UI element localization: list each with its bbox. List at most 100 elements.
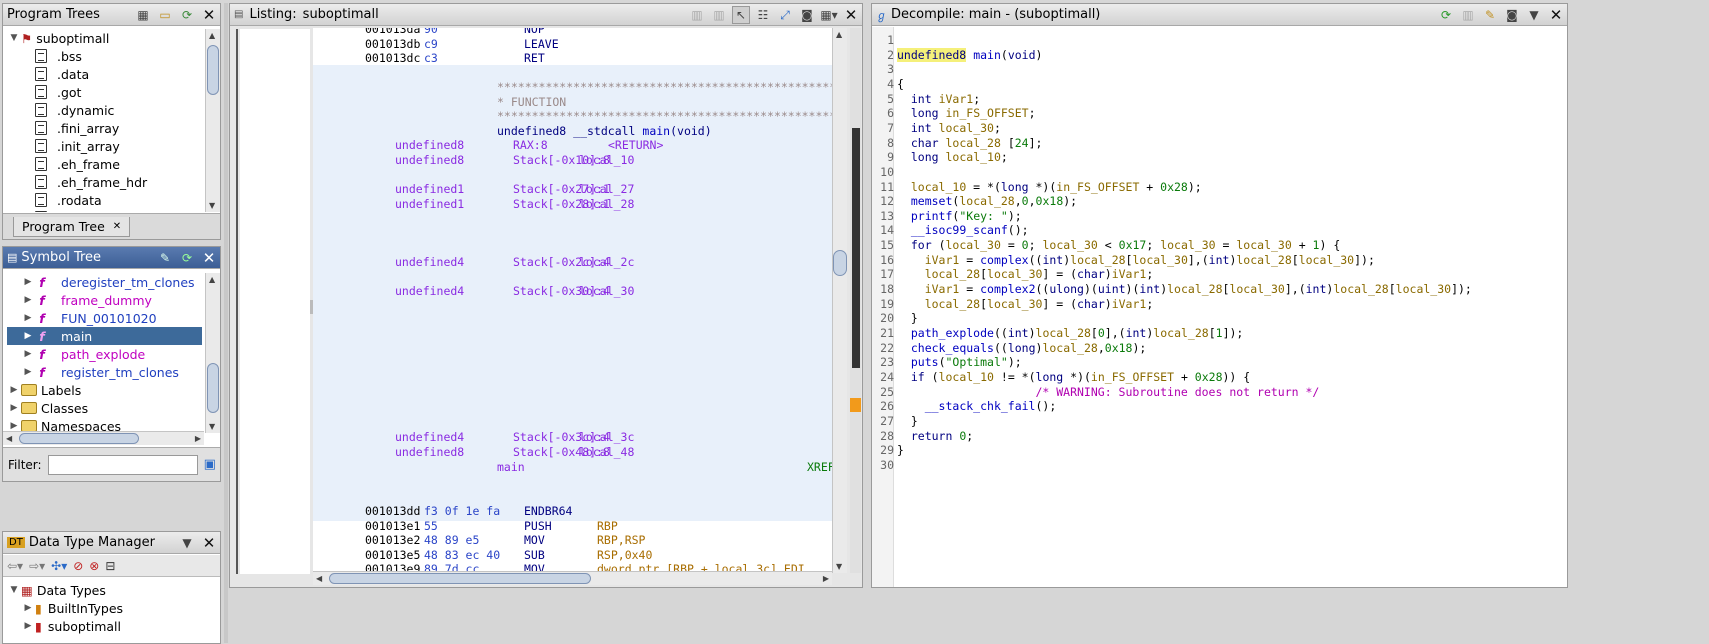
function-signature[interactable]: undefined8 __stdcall main(void) [313, 124, 832, 139]
close-icon[interactable]: ✕ [842, 6, 860, 24]
chevron-right-icon[interactable]: ▶ [21, 331, 35, 341]
data-type-archive[interactable]: ▶ ▮ suboptimall [7, 617, 202, 635]
forward-arrow-icon[interactable]: ⇨▾ [29, 559, 45, 573]
scroll-up-icon[interactable]: ▲ [209, 31, 215, 40]
chevron-right-icon[interactable]: ▶ [7, 385, 21, 395]
program-tree-item[interactable]: .rodata [7, 191, 202, 209]
filter-pointers-icon[interactable]: ⊗ [89, 559, 99, 573]
decompile-line[interactable]: 5 int iVar1; [872, 92, 1567, 107]
overview-bar[interactable] [850, 28, 861, 573]
symbol-tree-function[interactable]: ▶ f path_explode [7, 345, 202, 363]
chevron-right-icon[interactable]: ▶ [21, 621, 35, 631]
decompile-line[interactable]: 3 [872, 62, 1567, 77]
program-tree-vscroll[interactable]: ▲ ▼ [205, 29, 220, 212]
export-icon[interactable]: ✎ [1481, 6, 1499, 24]
tree-options-icon[interactable]: ✣▾ [51, 559, 67, 573]
symbol-tree-function[interactable]: ▶ f frame_dummy [7, 291, 202, 309]
listing-row[interactable]: 001013e1 55 PUSH RBP [313, 519, 832, 534]
chevron-right-icon[interactable]: ▶ [21, 277, 35, 287]
decompile-line[interactable]: 28 return 0; [872, 429, 1567, 444]
diff-icon[interactable]: ⤢ [776, 6, 794, 24]
listing-row[interactable]: undefined8 Stack[-0x48]:8 local_48 [313, 445, 832, 460]
symbol-tree-function[interactable]: ▶ f FUN_00101020 [7, 309, 202, 327]
decompile-line[interactable]: 12 memset(local_28,0,0x18); [872, 194, 1567, 209]
listing-hscroll[interactable]: ◀ ▶ [313, 571, 832, 585]
symbol-tree-hscroll[interactable]: ◀ ▶ [3, 431, 204, 445]
close-icon[interactable]: ✕ [200, 534, 218, 552]
chevron-right-icon[interactable]: ▶ [21, 313, 35, 323]
decompile-code-view[interactable]: 1 2 undefined8 main(void) 3 4{5 int iVar1; 6 … [872, 29, 1567, 584]
decompile-line[interactable]: 25 /* WARNING: Subroutine does not retur… [872, 385, 1567, 400]
scroll-up-icon[interactable]: ▲ [209, 275, 215, 284]
decompile-line[interactable]: 17 local_28[local_30] = (char)iVar1; [872, 267, 1567, 282]
close-icon[interactable]: ✕ [200, 249, 218, 267]
symbol-tree-vscroll[interactable]: ▲ ▼ [205, 273, 220, 433]
close-icon[interactable]: ✕ [200, 6, 218, 24]
decompile-line[interactable]: 6 long in_FS_OFFSET; [872, 106, 1567, 121]
open-folder-icon[interactable]: ▭ [156, 6, 174, 24]
decompile-line[interactable]: 4{ [872, 77, 1567, 92]
symbol-tree-function[interactable]: ▶ f deregister_tm_clones [7, 273, 202, 291]
listing-row[interactable]: 001013da 90 NOP [313, 28, 832, 37]
chevron-right-icon[interactable]: ▶ [21, 295, 35, 305]
decompile-line[interactable]: 8 char local_28 [24]; [872, 136, 1567, 151]
listing-row[interactable]: main XREF [313, 460, 832, 475]
scroll-down-icon[interactable]: ▼ [209, 201, 215, 210]
listing-scroll-thumb[interactable] [833, 250, 847, 276]
paste-icon[interactable]: ▥ [710, 6, 728, 24]
program-tree-item[interactable]: .eh_frame_hdr [7, 173, 202, 191]
tab-program-tree[interactable]: Program Tree ✕ [13, 217, 131, 237]
chevron-down-icon[interactable]: ▼ [1525, 6, 1543, 24]
data-type-archive[interactable]: ▶ ▮ BuiltInTypes [7, 599, 202, 617]
decompile-line[interactable]: 16 iVar1 = complex((int)local_28[local_3… [872, 253, 1567, 268]
close-icon[interactable]: ✕ [1547, 6, 1565, 24]
decompile-line[interactable]: 21 path_explode((int)local_28[0],(int)lo… [872, 326, 1567, 341]
listing-row[interactable]: 001013dd f3 0f 1e fa ENDBR64 [313, 504, 832, 519]
program-tree-item[interactable]: .init_array [7, 137, 202, 155]
decompile-line[interactable]: 29} [872, 443, 1567, 458]
decompile-line[interactable]: 15 for (local_30 = 0; local_30 < 0x17; l… [872, 238, 1567, 253]
refresh-tree-icon[interactable]: ⟳ [178, 6, 196, 24]
listing-row[interactable]: ****************************************… [313, 80, 832, 95]
listing-vscroll[interactable]: ▲ ▼ [832, 28, 847, 573]
program-tree-item[interactable]: .eh_frame [7, 155, 202, 173]
chevron-right-icon[interactable]: ▶ [7, 421, 21, 431]
decompile-line[interactable]: 30 [872, 458, 1567, 473]
decompile-line[interactable]: 26 __stack_chk_fail(); [872, 399, 1567, 414]
split-divider[interactable] [224, 3, 228, 643]
refresh-icon[interactable]: ⟳ [178, 249, 196, 267]
chevron-down-icon[interactable]: ▼ [7, 33, 21, 43]
program-tree-item[interactable]: .got [7, 83, 202, 101]
tree-root[interactable]: ▼ ⚑ suboptimall [7, 29, 202, 47]
decompile-titlebar[interactable]: ℊ Decompile: main - (suboptimall) ⟳ ▥ ✎ … [872, 4, 1567, 26]
tree-root[interactable]: ▼ ▦ Data Types [7, 581, 202, 599]
decompile-line[interactable]: 10 [872, 165, 1567, 180]
decompile-line[interactable]: 20 } [872, 311, 1567, 326]
snapshot-icon[interactable]: ◙ [1503, 6, 1521, 24]
create-tree-icon[interactable]: ▦ [134, 6, 152, 24]
chevron-down-icon[interactable]: ▼ [7, 585, 21, 595]
cursor-icon[interactable]: ↖ [732, 6, 750, 24]
decompile-line[interactable]: 14 __isoc99_scanf(); [872, 223, 1567, 238]
listing-titlebar[interactable]: ▤ Listing: suboptimall ▥ ▥ ↖ ☷ ⤢ ◙ ▦▾ ✕ [230, 4, 862, 26]
layout-icon[interactable]: ▦▾ [820, 6, 838, 24]
decompile-line[interactable]: 13 printf("Key: "); [872, 209, 1567, 224]
scroll-right-icon[interactable]: ▶ [823, 574, 829, 583]
scroll-up-icon[interactable]: ▲ [836, 30, 842, 39]
listing-row[interactable]: * FUNCTION [313, 95, 832, 110]
signature-function-name[interactable]: main [642, 124, 670, 138]
program-tree-item[interactable]: .bss [7, 47, 202, 65]
decompile-line[interactable]: 24 if (local_10 != *(long *)(in_FS_OFFSE… [872, 370, 1567, 385]
program-tree-item[interactable]: .dynamic [7, 101, 202, 119]
symbol-tree-function[interactable]: ▶ f register_tm_clones [7, 363, 202, 381]
program-tree-item[interactable]: .fini [7, 209, 202, 212]
refresh-icon[interactable]: ⟳ [1437, 6, 1455, 24]
scroll-down-icon[interactable]: ▼ [209, 422, 215, 431]
chevron-right-icon[interactable]: ▶ [7, 403, 21, 413]
decompile-line[interactable]: 11 local_10 = *(long *)(in_FS_OFFSET + 0… [872, 180, 1567, 195]
scroll-thumb[interactable] [207, 363, 219, 413]
decompile-line[interactable]: 22 check_equals((long)local_28,0x18); [872, 341, 1567, 356]
program-tree-item[interactable]: .data [7, 65, 202, 83]
listing-row[interactable]: 001013db c9 LEAVE [313, 37, 832, 52]
listing-row[interactable]: 001013dc c3 RET [313, 51, 832, 66]
